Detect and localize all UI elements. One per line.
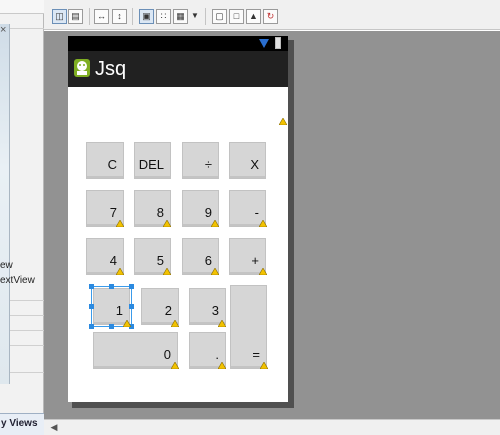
- toolbar-separator: [205, 8, 206, 25]
- toggle-margins-icon[interactable]: ▦: [173, 9, 188, 24]
- resize-handle[interactable]: [109, 324, 114, 329]
- warning-icon: [218, 362, 226, 369]
- resize-handle[interactable]: [89, 284, 94, 289]
- emulate-screen-icon[interactable]: ▢: [212, 9, 227, 24]
- divide-button[interactable]: ÷: [182, 142, 219, 179]
- preview-icon[interactable]: □: [229, 9, 244, 24]
- warning-icon: [123, 320, 131, 327]
- warning-icon: [116, 220, 124, 227]
- fit-width-icon[interactable]: ↔: [94, 9, 109, 24]
- palette-item-label[interactable]: ew: [0, 260, 44, 271]
- warning-icon: [211, 268, 219, 275]
- left-panel-preview: [0, 24, 10, 384]
- fit-height-icon[interactable]: ↕: [112, 9, 127, 24]
- horizontal-scrollbar[interactable]: [44, 419, 500, 435]
- equals-button[interactable]: =: [230, 285, 267, 369]
- dropdown-arrow-icon[interactable]: ▼: [191, 11, 199, 20]
- android-app-icon: [74, 59, 90, 77]
- warning-icon: [171, 320, 179, 327]
- layout-vertical-icon[interactable]: ▤: [68, 9, 83, 24]
- toggle-grid-icon[interactable]: ∷: [156, 9, 171, 24]
- panel-divider: [10, 315, 44, 316]
- panel-divider: [10, 372, 44, 373]
- panel-divider: [10, 28, 44, 29]
- wifi-icon: [259, 39, 269, 48]
- resize-handle[interactable]: [89, 324, 94, 329]
- refresh-icon[interactable]: ↻: [263, 9, 278, 24]
- app-title: Jsq: [95, 58, 127, 80]
- digit-0-button[interactable]: 0: [93, 332, 178, 369]
- clear-button[interactable]: C: [86, 142, 124, 179]
- warning-icon: [260, 362, 268, 369]
- resize-handle[interactable]: [89, 304, 94, 309]
- left-panel-header: [0, 0, 44, 14]
- multiply-button[interactable]: X: [229, 142, 266, 179]
- scroll-left-icon[interactable]: ◀: [48, 420, 60, 434]
- warning-icon: [259, 268, 267, 275]
- layout-editor-toolbar: ◫ ▤ ↔ ↕ ▣ ∷ ▦ ▼ ▢ □ ▲ ↻: [44, 0, 500, 30]
- toolbar-separator: [132, 8, 133, 25]
- toolbar-separator: [89, 8, 90, 25]
- shortcut-icon[interactable]: ▲: [246, 9, 261, 24]
- warning-icon: [116, 268, 124, 275]
- warning-icon: [218, 320, 226, 327]
- warning-icon: [211, 220, 219, 227]
- panel-divider: [10, 345, 44, 346]
- status-bar: [68, 36, 288, 51]
- panel-divider: [10, 330, 44, 331]
- palette-section-tab[interactable]: y Views: [0, 413, 44, 435]
- warning-icon: [163, 268, 171, 275]
- warning-icon: [279, 118, 287, 125]
- warning-icon: [163, 220, 171, 227]
- layout-horizontal-icon[interactable]: ◫: [52, 9, 67, 24]
- battery-icon: [275, 37, 281, 49]
- delete-button[interactable]: DEL: [134, 142, 171, 179]
- palette-item-label[interactable]: extView: [0, 275, 44, 286]
- warning-icon: [171, 362, 179, 369]
- warning-icon: [259, 220, 267, 227]
- close-icon[interactable]: ×: [0, 23, 10, 37]
- toggle-fill-icon[interactable]: ▣: [139, 9, 154, 24]
- panel-divider: [10, 300, 44, 301]
- resize-handle[interactable]: [129, 304, 134, 309]
- resize-handle[interactable]: [129, 284, 134, 289]
- resize-handle[interactable]: [109, 284, 114, 289]
